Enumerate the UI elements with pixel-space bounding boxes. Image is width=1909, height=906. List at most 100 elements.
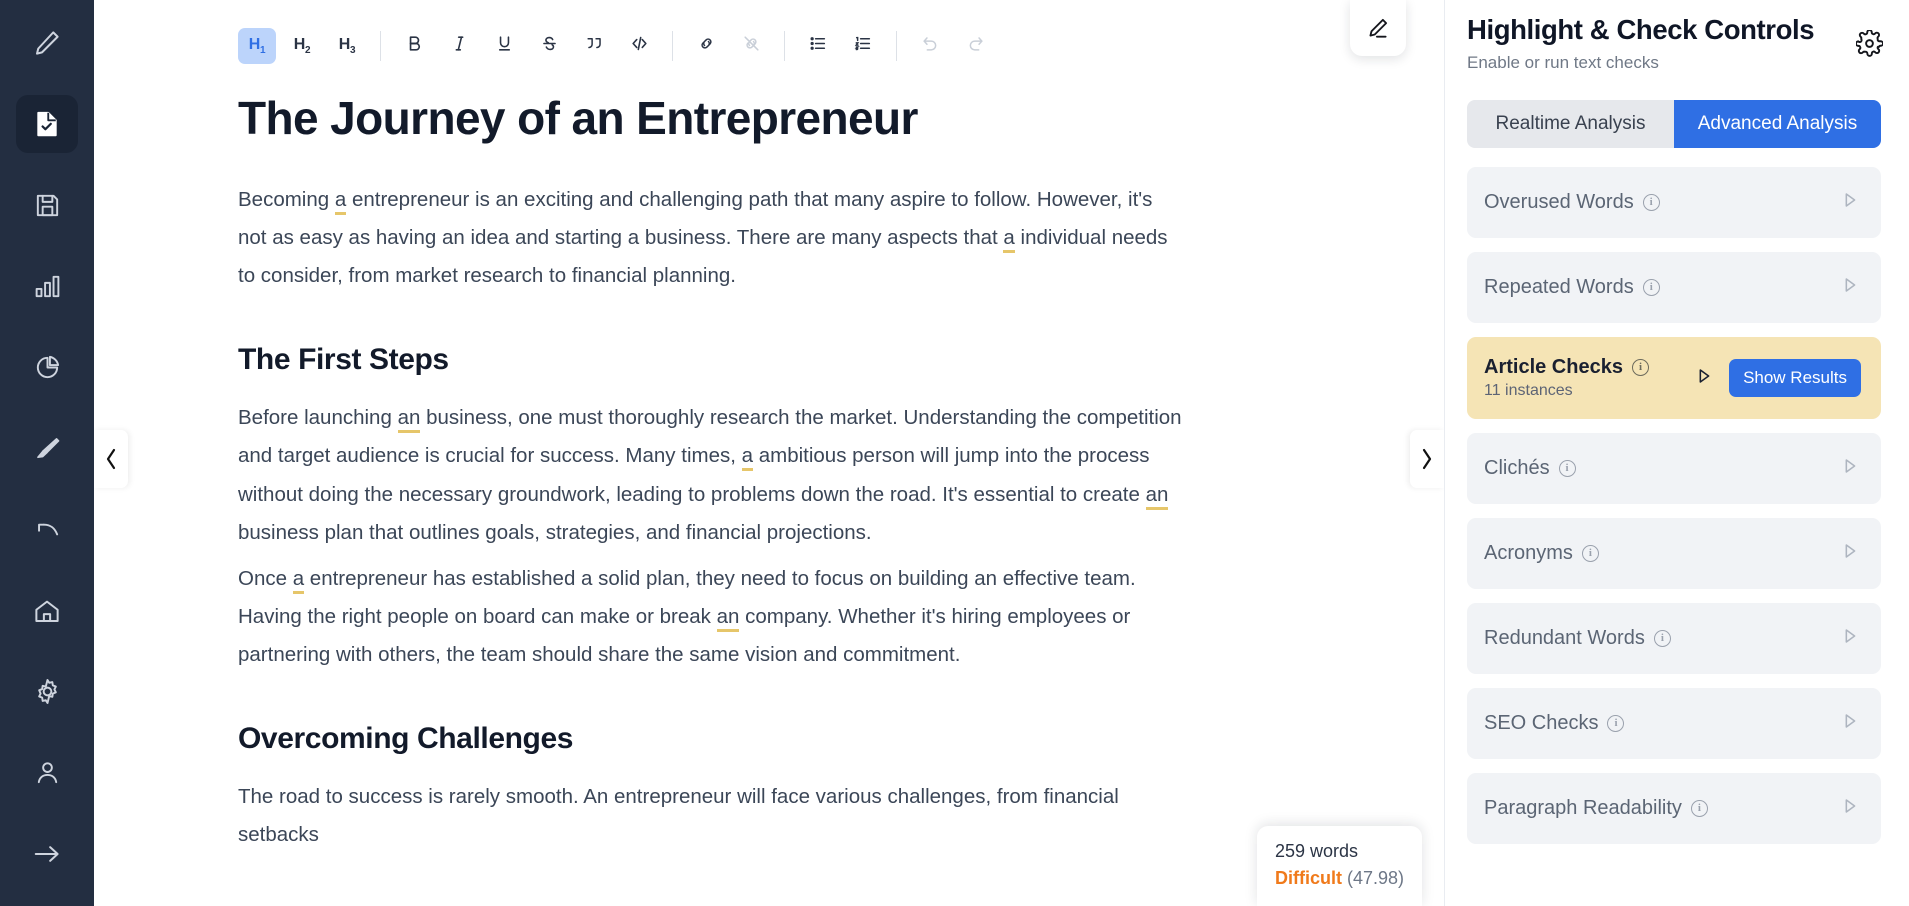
document-paragraph[interactable]: Becoming a entrepreneur is an exciting a… [238,181,1184,295]
paragraph-text: The road to success is rarely smooth. An… [238,785,1119,847]
rail-item-save[interactable] [16,176,78,234]
run-check-play-icon[interactable] [1839,189,1861,216]
italic-button[interactable] [440,28,478,64]
check-item-seo-checks[interactable]: SEO Checks i [1467,688,1881,759]
editor-area: H1 H2 H3 The Journey of an Entrepreneur Bec… [94,0,1444,906]
check-item-texts: Repeated Words i [1484,276,1839,299]
check-item-article-checks[interactable]: Article Checks i 11 instances Show Results [1467,337,1881,419]
rail-item-document[interactable] [16,95,78,154]
document-paragraph[interactable]: The road to success is rarely smooth. An… [238,778,1184,854]
run-check-play-icon[interactable] [1839,795,1861,822]
check-label-text: Repeated Words [1484,276,1634,298]
info-icon[interactable]: i [1607,715,1625,732]
check-item-acronyms[interactable]: Acronyms i [1467,518,1881,589]
user-icon [33,758,62,787]
collapse-right-button[interactable] [1410,430,1444,488]
highlight-check-panel: Highlight & Check Controls Enable or run… [1444,0,1909,906]
readability-row: Difficult (47.98) [1275,868,1404,889]
document-heading[interactable]: Overcoming Challenges [238,722,1184,756]
info-icon[interactable]: i [1653,630,1671,647]
word-count-value: 259 words [1275,841,1359,861]
heading-2-button-label: H2 [293,35,311,57]
document-heading[interactable]: The First Steps [238,343,1184,377]
strikethrough-button[interactable] [530,28,568,64]
tab-advanced-analysis[interactable]: Advanced Analysis [1674,100,1881,148]
info-icon[interactable]: i [1642,194,1660,211]
run-check-play-icon[interactable] [1839,455,1861,482]
rail-item-settings[interactable] [16,663,78,721]
link-button[interactable] [687,28,725,64]
rail-item-write[interactable] [16,14,78,72]
blockquote-button[interactable] [575,28,613,64]
link-icon [696,34,717,58]
redo-button [956,28,994,64]
article-check-highlight[interactable]: a [1003,226,1015,254]
run-check-play-icon[interactable] [1693,365,1715,392]
check-label-text: Acronyms [1484,542,1573,564]
undo-button [911,28,949,64]
check-item-clich-s[interactable]: Clichés i [1467,433,1881,504]
home-icon [32,596,62,626]
rail-item-home[interactable] [16,582,78,640]
run-check-play-icon[interactable] [1839,710,1861,737]
check-item-label: Article Checks i [1484,356,1693,379]
run-check-play-icon[interactable] [1839,540,1861,567]
info-icon[interactable]: i [1642,279,1660,296]
bullet-list-button[interactable] [799,28,837,64]
numbered-list-button[interactable] [844,28,882,64]
check-label-text: SEO Checks [1484,712,1599,734]
check-label-text: Clichés [1484,457,1550,479]
rail-item-reports[interactable] [16,338,78,396]
code-block-button[interactable] [620,28,658,64]
article-check-highlight[interactable]: an [397,406,421,434]
rail-item-logout[interactable] [16,825,78,883]
bold-button[interactable] [395,28,433,64]
check-item-repeated-words[interactable]: Repeated Words i [1467,252,1881,323]
toolbar-divider [672,31,673,61]
gear-icon [33,677,62,706]
run-check-play-icon[interactable] [1839,625,1861,652]
check-item-overused-words[interactable]: Overused Words i [1467,167,1881,238]
panel-title: Highlight & Check Controls [1467,14,1815,45]
article-check-highlight[interactable]: an [716,604,740,632]
info-icon[interactable]: i [1581,545,1599,562]
strikethrough-icon [540,34,559,58]
collapse-left-button[interactable] [94,430,128,488]
article-check-highlight[interactable]: a [292,566,305,594]
document-paragraph[interactable]: Before launching an business, one must t… [238,399,1184,552]
heading-3-button[interactable]: H3 [328,28,366,64]
paragraph-text: business plan that outlines goals, strat… [238,520,872,544]
check-item-label: Acronyms i [1484,542,1839,565]
check-item-redundant-words[interactable]: Redundant Words i [1467,603,1881,674]
undo-icon [920,34,941,58]
pencil-icon [32,28,62,58]
heading-1-button[interactable]: H1 [238,28,276,64]
check-item-paragraph-readability[interactable]: Paragraph Readability i [1467,773,1881,844]
rail-item-highlight[interactable] [16,419,78,477]
show-results-button[interactable]: Show Results [1729,359,1861,397]
numbered-list-icon [853,34,873,58]
check-item-label: Overused Words i [1484,191,1839,214]
article-check-highlight[interactable]: a [334,187,347,215]
rail-item-snippet[interactable] [16,501,78,559]
rail-item-statistics[interactable] [16,257,78,315]
heading-2-button[interactable]: H2 [283,28,321,64]
info-icon[interactable]: i [1558,460,1576,477]
run-check-play-icon[interactable] [1839,274,1861,301]
toolbar-divider [380,31,381,61]
edit-mode-button[interactable] [1350,0,1406,56]
rail-item-account[interactable] [16,744,78,802]
chevron-left-icon [106,448,116,470]
document-body[interactable]: The Journey of an Entrepreneur Becoming a… [94,92,1184,854]
info-icon[interactable]: i [1631,359,1649,376]
info-icon[interactable]: i [1690,800,1708,817]
panel-settings-button[interactable] [1855,29,1884,62]
document-title[interactable]: The Journey of an Entrepreneur [238,92,1184,145]
check-item-texts: Clichés i [1484,457,1839,480]
underline-button[interactable] [485,28,523,64]
gear-icon [1855,29,1884,57]
article-check-highlight[interactable]: an [1145,482,1169,510]
article-check-highlight[interactable]: a [741,444,754,472]
tab-realtime-analysis[interactable]: Realtime Analysis [1467,100,1674,148]
document-paragraph[interactable]: Once a entrepreneur has established a so… [238,560,1184,674]
